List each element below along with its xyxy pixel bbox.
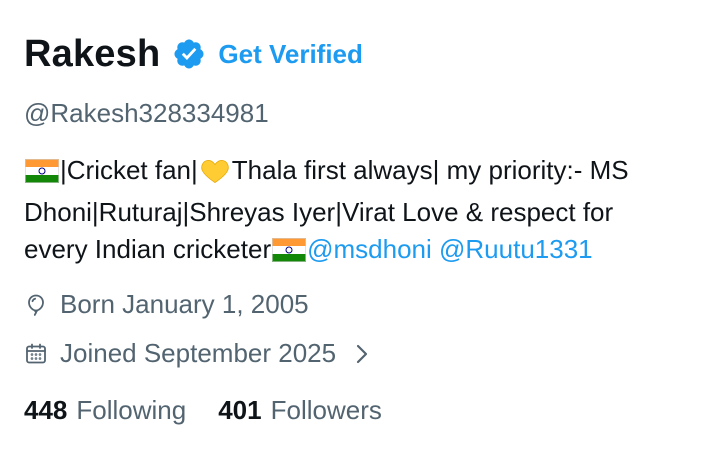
bio-text-1b: Thala first always| my priority:- MS (231, 155, 629, 185)
chevron-right-icon (354, 343, 370, 365)
following-label: Following (76, 395, 187, 425)
name-row: Rakesh Get Verified (24, 28, 363, 80)
bio-line-3: every Indian cricketer @msdhoni @Ruutu13… (24, 231, 694, 272)
balloon-icon (24, 293, 48, 317)
bio-text-3: every Indian cricketer (24, 234, 272, 264)
display-name: Rakesh (24, 32, 161, 75)
india-flag-icon (25, 156, 59, 193)
followers-count: 401 (218, 395, 262, 425)
followers-link[interactable]: 401 Followers (218, 395, 382, 426)
profile-bio: |Cricket fan| Thala first always| my pri… (24, 152, 694, 272)
mention-msdhoni[interactable]: @msdhoni (307, 234, 432, 264)
yellow-heart-icon (200, 156, 230, 194)
followers-label: Followers (270, 395, 382, 425)
get-verified-link[interactable]: Get Verified (218, 39, 363, 70)
bio-line-2: Dhoni|Ruturaj|Shreyas Iyer|Virat Love & … (24, 197, 614, 227)
user-handle: @Rakesh328334981 (24, 98, 269, 128)
calendar-icon (24, 342, 48, 366)
bio-text-1a: |Cricket fan| (60, 155, 198, 185)
birthdate-text: Born January 1, 2005 (60, 289, 309, 319)
joined-date-row[interactable]: Joined September 2025 (24, 338, 370, 369)
following-count: 448 (24, 395, 68, 425)
bio-line-1: |Cricket fan| Thala first always| my pri… (24, 152, 694, 194)
follow-stats: 448 Following 401 Followers (24, 395, 382, 426)
joined-date-text: Joined September 2025 (60, 338, 337, 368)
verified-badge-icon (172, 37, 206, 71)
following-link[interactable]: 448 Following (24, 395, 186, 426)
birthdate-row: Born January 1, 2005 (24, 289, 309, 320)
profile-header: Rakesh Get Verified @Rakesh328334981 |Cr… (0, 0, 710, 450)
india-flag-icon (272, 235, 307, 272)
mention-ruutu1331[interactable]: @Ruutu1331 (439, 234, 593, 264)
